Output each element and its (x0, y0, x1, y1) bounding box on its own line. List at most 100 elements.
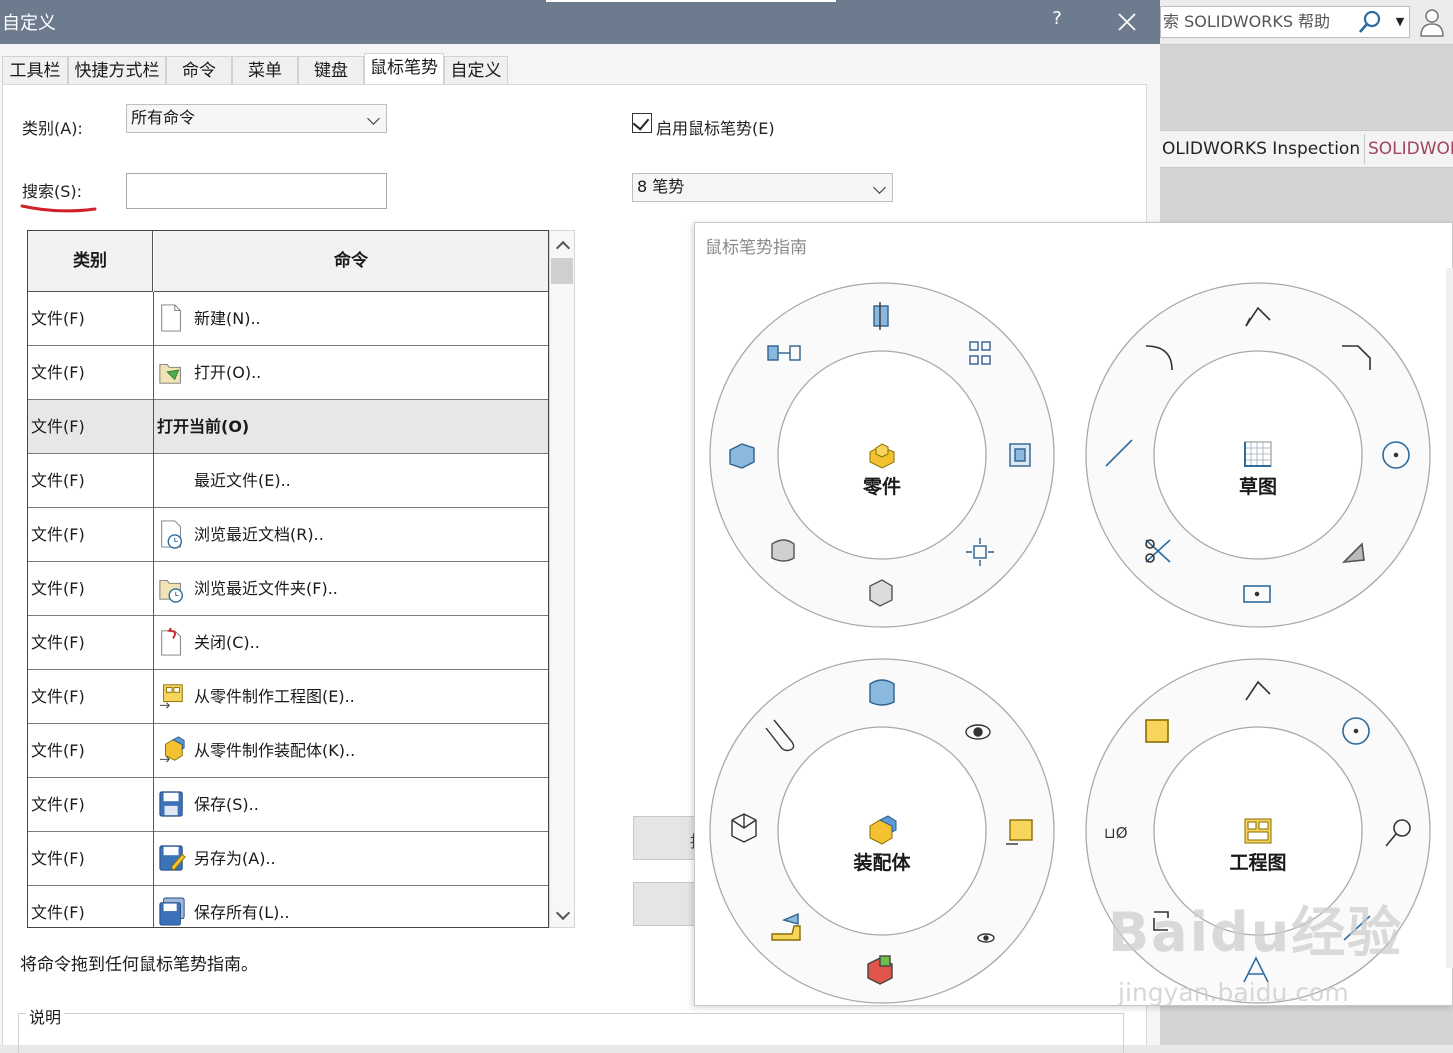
new-document-icon (161, 304, 181, 332)
search-label: 搜索(S): (22, 182, 83, 201)
row-command[interactable]: 保存(S).. (194, 778, 259, 832)
table-row[interactable]: 文件(F) 打开当前(O) (28, 400, 548, 454)
column-divider (153, 778, 154, 832)
recent-documents-icon (161, 520, 183, 549)
make-assembly-icon (159, 736, 185, 763)
row-command[interactable]: 打开(O).. (194, 346, 261, 400)
table-row[interactable]: 文件(F) 保存(S).. (28, 778, 548, 832)
guide-scrollbar[interactable] (1446, 268, 1453, 968)
tab-solidworks-addin[interactable]: SOLIDWOR (1364, 134, 1453, 164)
row-command[interactable]: 保存所有(L).. (194, 886, 290, 927)
category-select-value: 所有命令 (131, 108, 196, 127)
table-scrollbar[interactable] (549, 230, 575, 928)
row-command[interactable]: 浏览最近文档(R).. (194, 508, 324, 562)
row-category: 文件(F) (31, 795, 85, 814)
baidu-watermark: Baidu经验 (1108, 901, 1404, 964)
sketch-icon (1244, 441, 1272, 467)
row-category: 文件(F) (31, 309, 85, 328)
column-divider (153, 292, 154, 346)
isometric-view-icon (869, 579, 893, 607)
save-all-icon (159, 897, 185, 926)
column-divider (153, 562, 154, 616)
row-category: 文件(F) (31, 903, 85, 922)
table-row[interactable]: 文件(F) 浏览最近文档(R).. (28, 508, 548, 562)
column-header-category[interactable]: 类别 (28, 231, 153, 292)
make-drawing-icon (159, 684, 183, 709)
exploded-view-icon (869, 679, 895, 706)
table-row[interactable]: 文件(F) 打开(O).. (28, 346, 548, 400)
row-category: 文件(F) (31, 525, 85, 544)
ring-label-assembly: 装配体 (853, 852, 911, 874)
row-command[interactable]: 关闭(C).. (194, 616, 260, 670)
dialog-title: 自定义 (2, 13, 56, 34)
help-search-dropdown[interactable]: ▼ (1390, 6, 1410, 38)
tab-menus[interactable]: 菜单 (232, 56, 298, 84)
tab-solidworks-inspection[interactable]: OLIDWORKS Inspection (1162, 134, 1360, 164)
category-select[interactable]: 所有命令 (126, 104, 387, 133)
row-command[interactable]: 从零件制作工程图(E).. (194, 670, 355, 724)
titlebar-highlight (546, 0, 836, 2)
row-category: 文件(F) (31, 471, 85, 490)
save-icon (159, 791, 183, 817)
left-view-icon (729, 443, 755, 469)
close-document-icon (161, 627, 181, 656)
drawing-from-assembly-icon (1006, 819, 1033, 845)
tab-shortcut-bars[interactable]: 快捷方式栏 (68, 56, 166, 84)
command-table: 类别 命令 文件(F) 新建(N).. 文件(F) 打开(O).. 文件(F) 打开当前(… (27, 230, 549, 928)
description-label: 说明 (26, 1004, 65, 1028)
search-input[interactable] (126, 173, 387, 209)
gesture-count-select[interactable]: 8 笔势 (632, 173, 893, 202)
row-category: 文件(F) (31, 579, 85, 598)
row-category: 文件(F) (31, 741, 85, 760)
ring-label-part: 零件 (862, 476, 901, 498)
right-view-icon (1009, 443, 1031, 467)
chevron-down-icon (873, 181, 886, 194)
category-label: 类别(A): (22, 119, 83, 138)
table-row[interactable]: 文件(F) 保存所有(L).. (28, 886, 548, 927)
row-category: 文件(F) (31, 849, 85, 868)
table-row[interactable]: 文件(F) 从零件制作装配体(K).. (28, 724, 548, 778)
column-divider (153, 670, 154, 724)
column-divider (153, 832, 154, 886)
tab-mouse-gestures[interactable]: 鼠标笔势 (364, 53, 444, 84)
tab-commands[interactable]: 命令 (166, 56, 232, 84)
ring-label-sketch: 草图 (1238, 476, 1277, 498)
tab-customization[interactable]: 自定义 (444, 56, 508, 84)
row-command[interactable]: 新建(N).. (194, 292, 261, 346)
user-icon[interactable] (1418, 6, 1446, 38)
table-row[interactable]: 文件(F) 新建(N).. (28, 292, 548, 346)
save-as-icon (159, 845, 186, 871)
search-icon[interactable] (1356, 8, 1384, 36)
section-view-icon (873, 302, 889, 330)
row-command[interactable]: 打开当前(O) (157, 400, 249, 454)
dialog-titlebar[interactable] (0, 0, 1160, 44)
tab-keyboard[interactable]: 键盘 (298, 56, 364, 84)
column-divider (153, 508, 154, 562)
row-category: 文件(F) (31, 417, 85, 436)
row-command[interactable]: 另存为(A).. (194, 832, 276, 886)
table-row[interactable]: 文件(F) 最近文件(E).. (28, 454, 548, 508)
drag-hint-text: 将命令拖到任何鼠标笔势指南。 (20, 955, 258, 975)
drawing-icon (1244, 818, 1272, 844)
geometric-tolerance-icon: ⊔Ø (1104, 824, 1128, 842)
bottom-view-icon (771, 539, 795, 562)
table-row[interactable]: 文件(F) 从零件制作工程图(E).. (28, 670, 548, 724)
row-command[interactable]: 从零件制作装配体(K).. (194, 724, 355, 778)
dialog-tabs: 工具栏 快捷方式栏 命令 菜单 键盘 鼠标笔势 自定义 (0, 44, 1160, 84)
column-header-command[interactable]: 命令 (154, 231, 548, 292)
gesture-count-value: 8 笔势 (637, 177, 685, 196)
ring-label-drawing: 工程图 (1229, 852, 1287, 874)
model-view-icon (1145, 719, 1169, 743)
row-command[interactable]: 浏览最近文件夹(F).. (194, 562, 338, 616)
baidu-watermark-url: jingyan.baidu.com (1118, 978, 1349, 1007)
table-row[interactable]: 文件(F) 关闭(C).. (28, 616, 548, 670)
table-row[interactable]: 文件(F) 另存为(A).. (28, 832, 548, 886)
close-icon[interactable] (1113, 8, 1141, 36)
column-divider (153, 724, 154, 778)
help-button[interactable]: ? (1046, 8, 1068, 34)
row-category: 文件(F) (31, 687, 85, 706)
row-command[interactable]: 最近文件(E).. (194, 454, 291, 508)
table-row[interactable]: 文件(F) 浏览最近文件夹(F).. (28, 562, 548, 616)
tab-toolbars[interactable]: 工具栏 (2, 56, 68, 84)
scroll-thumb[interactable] (551, 258, 573, 284)
